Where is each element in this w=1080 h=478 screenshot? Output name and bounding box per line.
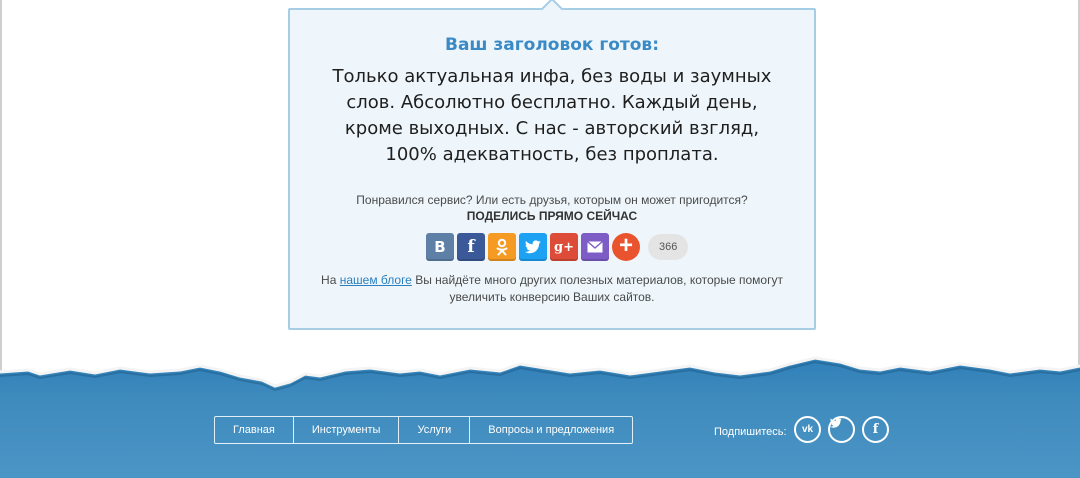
share-vk-button[interactable]: B [426,233,454,261]
facebook-icon: f [467,237,475,257]
facebook-icon: f [872,422,879,437]
google-plus-icon: g+ [554,239,574,255]
odnoklassniki-icon [496,238,508,256]
nav-services[interactable]: Услуги [399,417,471,443]
twitter-icon [525,240,541,254]
share-facebook-button[interactable]: f [457,233,485,261]
nav-tools[interactable]: Инструменты [294,417,400,443]
footer-facebook-button[interactable]: f [862,416,889,443]
share-more-button[interactable]: + [612,233,640,261]
subscribe-label: Подпишитесь: [714,426,787,438]
result-title: Ваш заголовок готов: [445,35,659,55]
share-google-plus-button[interactable]: g+ [550,233,578,261]
share-buttons: B f g+ + 366 [426,232,689,262]
result-panel: Ваш заголовок готов: Только актуальная и… [288,0,816,330]
nav-home[interactable]: Главная [215,417,294,443]
share-twitter-button[interactable] [519,233,547,261]
blog-link[interactable]: нашем блоге [340,273,412,287]
footer-twitter-button[interactable] [828,416,855,443]
share-question: Понравился сервис? Или есть друзья, кото… [356,193,748,207]
share-cta: ПОДЕЛИСЬ ПРЯМО СЕЙЧАС [466,209,638,223]
generated-headline: Только актуальная инфа, без воды и заумн… [332,66,772,165]
blog-note: На нашем блоге Вы найдёте много других п… [320,272,784,306]
twitter-icon [830,418,842,428]
blog-note-suffix: Вы найдёте много других полезных материа… [411,273,783,304]
plus-icon: + [618,232,633,259]
footer-torn-paper-background [0,356,1080,478]
share-mail-button[interactable] [581,233,609,261]
footer: Главная Инструменты Услуги Вопросы и пре… [0,350,1080,478]
footer-nav: Главная Инструменты Услуги Вопросы и пре… [214,416,634,444]
vk-icon: vk [801,424,814,435]
panel-pointer [540,0,564,21]
mail-icon [587,241,603,253]
share-odnoklassniki-button[interactable] [488,233,516,261]
blog-note-prefix: На [321,273,340,287]
share-count: 366 [648,234,689,260]
nav-questions[interactable]: Вопросы и предложения [470,417,632,443]
vk-icon: B [434,238,446,256]
footer-vk-button[interactable]: vk [794,416,821,443]
